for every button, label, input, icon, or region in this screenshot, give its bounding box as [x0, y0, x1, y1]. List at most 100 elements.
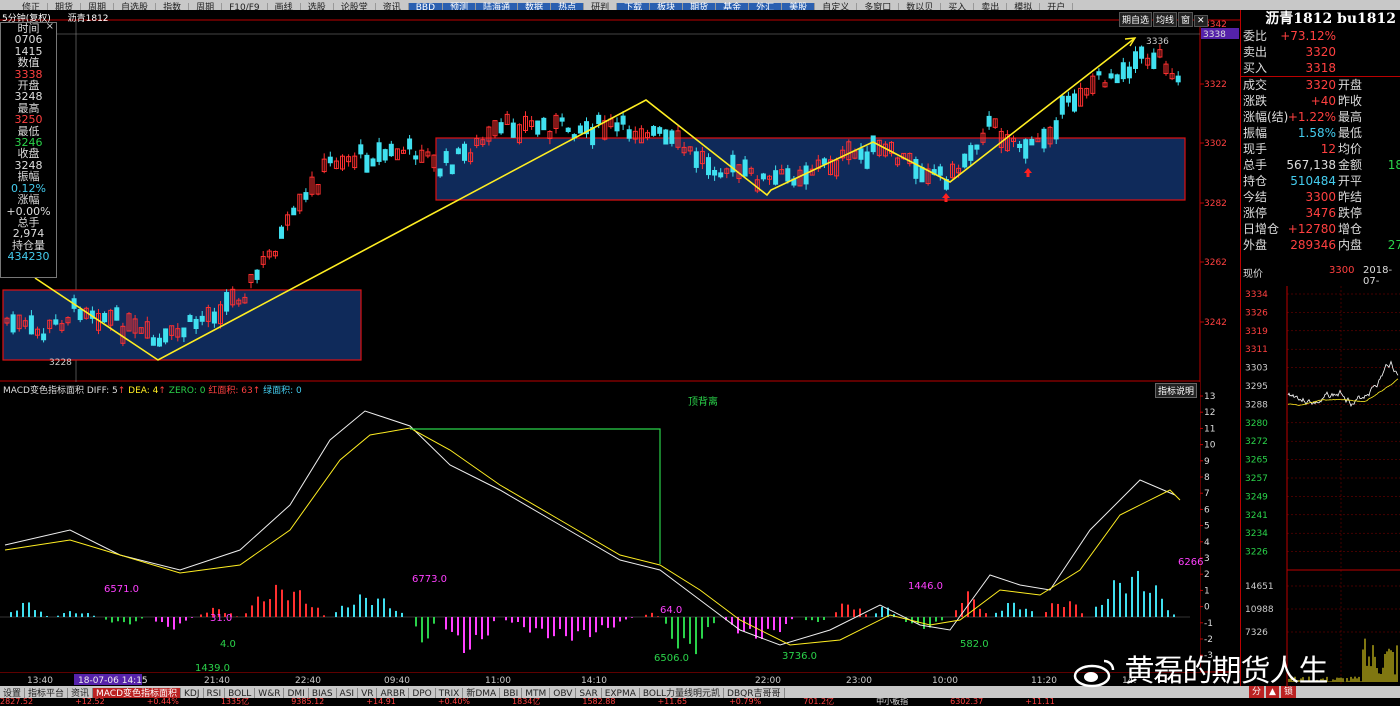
indicator-tab[interactable]: EXPMA — [602, 688, 640, 698]
indicator-tab[interactable]: BOLL力量线明元凯 — [640, 688, 725, 698]
indicator-tab[interactable]: BBI — [500, 688, 523, 698]
indicator-tab[interactable]: SAR — [576, 688, 602, 698]
candle-body — [193, 318, 199, 330]
candle-body — [413, 155, 419, 160]
macd-green-area: 绿面积: 0 — [263, 386, 302, 396]
quote-value: 12 — [1320, 142, 1336, 156]
indicator-tab[interactable]: 设置 — [0, 688, 26, 698]
candle-body — [102, 312, 108, 323]
mini-axis-tick: 3303 — [1245, 364, 1268, 374]
indicator-tab[interactable]: RSI — [204, 688, 226, 698]
amp-label: 振幅 — [17, 170, 40, 184]
candle-body — [1017, 143, 1023, 149]
close-icon[interactable]: × — [46, 21, 54, 32]
indicator-tab[interactable]: DBQR吉哥哥 — [724, 688, 785, 698]
candle-body — [77, 309, 83, 321]
candle-body — [1133, 51, 1138, 69]
indicator-tab[interactable]: OBV — [550, 688, 577, 698]
candle-body — [291, 207, 297, 216]
indicator-tab[interactable]: W&R — [255, 688, 285, 698]
status-value: 6302.37 — [950, 698, 984, 706]
indicator-tab[interactable]: TRIX — [436, 688, 464, 698]
instrument-name: 沥青1812 — [67, 14, 109, 24]
chg-label: 涨幅 — [17, 193, 40, 207]
mini-axis-tick: 3311 — [1245, 345, 1268, 355]
indicator-tab[interactable]: MTM — [522, 688, 551, 698]
macd-area-label: 6506.0 — [654, 653, 689, 664]
candle-body — [1126, 66, 1132, 79]
indicator-tab[interactable]: MACD变色指标面积 — [93, 688, 182, 698]
macd-area-label: 1446.0 — [908, 581, 943, 592]
candle-body — [382, 149, 388, 161]
quote-label-2: 开盘 — [1338, 78, 1363, 92]
indicator-tab[interactable]: 新DMA — [463, 688, 501, 698]
indicator-tab[interactable]: VR — [358, 688, 378, 698]
quote-value: 3318 — [1305, 61, 1336, 75]
quote-label: 成交 — [1243, 78, 1268, 92]
quote-row: 涨停 3476 跌停 — [1241, 205, 1400, 221]
macd-tick: 11 — [1204, 424, 1215, 434]
indicator-tab[interactable]: ARBR — [377, 688, 410, 698]
indicator-tab[interactable]: DMI — [284, 688, 309, 698]
macd-tick: -1 — [1204, 619, 1213, 629]
indicator-explain-button[interactable]: 指标说明 — [1155, 383, 1198, 398]
candle-body — [443, 151, 449, 164]
mini-intraday-chart: 3334 3326 3319 3311 3303 3295 3288 3280 3272 3265… — [1245, 286, 1400, 686]
mini-axis-tick: 3241 — [1245, 511, 1268, 521]
candle-body — [614, 122, 620, 132]
macd-red-area: 红面积: 63 — [208, 386, 253, 396]
chart-toolbar-button[interactable]: 期自选 — [1119, 12, 1153, 27]
quote-label: 总手 — [1243, 158, 1268, 172]
mini-axis-tick: 3265 — [1245, 456, 1268, 466]
time-tick: 13:40 — [27, 676, 53, 686]
quote-label: 今结 — [1243, 190, 1268, 204]
candle-body — [870, 135, 876, 153]
candle-body — [760, 173, 766, 180]
status-value: 1834亿 — [512, 698, 541, 706]
candle-body — [577, 125, 583, 134]
macd-name[interactable]: MACD变色指标面积 — [3, 386, 84, 396]
quote-label: 委比 — [1243, 29, 1268, 43]
candle-body — [370, 158, 376, 167]
time-tick: 22:00 — [755, 676, 781, 686]
indicator-tab[interactable]: ASI — [337, 688, 359, 698]
macd-tick: 7 — [1204, 489, 1210, 499]
quote-row: 卖出 3320 — [1241, 44, 1400, 60]
quote-row: 涨跌 +40 昨收 — [1241, 93, 1400, 109]
candle-body — [1053, 120, 1059, 140]
weibo-logo-icon — [1073, 659, 1115, 687]
high-value: 3250 — [14, 113, 43, 127]
chart-toolbar-button[interactable]: ✕ — [1194, 15, 1208, 27]
quote-value: 567,138 — [1286, 158, 1336, 172]
quote-row: 现手 12 均价 — [1241, 141, 1400, 157]
indicator-tab[interactable]: 资讯 — [68, 688, 94, 698]
macd-area-label: 6571.0 — [104, 584, 139, 595]
quote-label-2: 昨收 — [1338, 94, 1363, 108]
status-value: 9385.12 — [291, 698, 325, 706]
quote-label: 买入 — [1243, 61, 1268, 75]
indicator-tab[interactable]: BOLL — [225, 688, 256, 698]
indicator-tab[interactable]: DPO — [409, 688, 436, 698]
indicator-tab[interactable]: 指标平台 — [25, 688, 69, 698]
mini-axis-tick: 14651 — [1245, 582, 1274, 592]
status-value: +12.52 — [75, 698, 105, 706]
price-tick: 3262 — [1204, 258, 1227, 268]
time-tick: 09:40 — [384, 676, 410, 686]
macd-area-label: 6266 — [1178, 557, 1203, 568]
indicator-tab[interactable]: KDJ — [181, 688, 204, 698]
macd-tick: 5 — [1204, 522, 1210, 532]
candle-body — [449, 164, 455, 175]
status-value: +11.11 — [1025, 698, 1055, 706]
quote-row: 买入 3318 — [1241, 60, 1400, 76]
price-axis: 334233223302328232623242 — [1200, 20, 1227, 328]
mini-chart-header: 现价 3300 2018-07- — [1241, 264, 1400, 287]
candle-body — [114, 307, 120, 321]
chart-toolbar-button[interactable]: 窗 — [1178, 12, 1194, 27]
candle-body — [706, 157, 711, 176]
chart-toolbar-button[interactable]: 均线 — [1153, 12, 1178, 27]
indicator-tab[interactable]: BIAS — [309, 688, 337, 698]
macd-tick: 9 — [1204, 457, 1210, 467]
candle-body — [541, 117, 547, 131]
oi-value: 434230 — [7, 250, 50, 264]
candle-body — [1139, 46, 1145, 59]
